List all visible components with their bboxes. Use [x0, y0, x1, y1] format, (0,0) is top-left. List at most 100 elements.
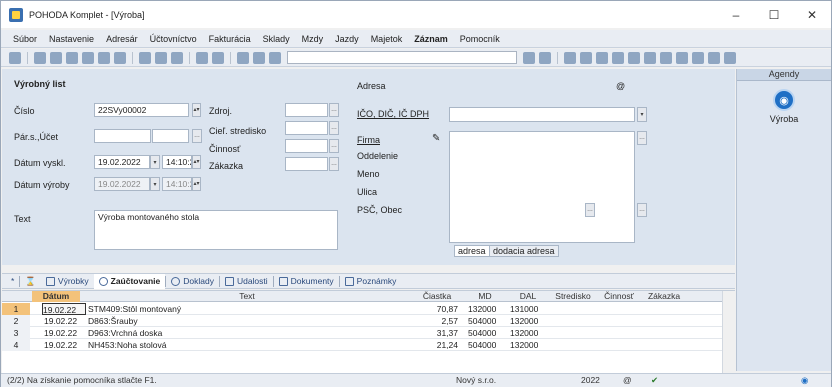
- table-row[interactable]: 1 19.02.22 STM409:Stôl montovaný 70,87 1…: [2, 303, 722, 315]
- text-area[interactable]: Výroba montovaného stola: [94, 210, 338, 250]
- monitor-icon[interactable]: [676, 51, 688, 64]
- grid-icon[interactable]: [628, 51, 640, 64]
- datum-vyskl-time-input[interactable]: 14:10:2: [162, 155, 192, 169]
- maximize-button[interactable]: ☐: [755, 1, 793, 28]
- firma-more-button[interactable]: …: [637, 131, 647, 145]
- cell-md[interactable]: 504000: [468, 315, 504, 327]
- parsucet-input-2[interactable]: [152, 129, 189, 143]
- window-icon[interactable]: [708, 51, 720, 64]
- back-icon[interactable]: [196, 51, 208, 64]
- checkmark-icon[interactable]: ✔: [651, 374, 658, 387]
- menu-sklady[interactable]: Sklady: [257, 34, 296, 44]
- menu-majetok[interactable]: Majetok: [365, 34, 409, 44]
- menu-fakturacia[interactable]: Fakturácia: [203, 34, 257, 44]
- col-zakazka[interactable]: Zákazka: [642, 291, 686, 302]
- cislo-spin-button[interactable]: ▴▾: [192, 103, 201, 117]
- table-row[interactable]: 2 19.02.22 D863:Šrauby 2,57 504000 13200…: [2, 315, 722, 327]
- datum-vyroby-time-input[interactable]: 14:10:2: [162, 177, 192, 191]
- cell-text[interactable]: STM409:Stôl montovaný: [88, 303, 408, 315]
- menu-mzdy[interactable]: Mzdy: [296, 34, 330, 44]
- tab-doklady[interactable]: Doklady: [166, 276, 219, 286]
- preview-icon[interactable]: [34, 51, 46, 64]
- asterisk-icon[interactable]: *: [6, 276, 19, 286]
- menu-uctovnictvo[interactable]: Účtovníctvo: [144, 34, 203, 44]
- cell-dal[interactable]: 132000: [510, 339, 546, 351]
- ciel-stredisko-more-button[interactable]: …: [329, 121, 339, 135]
- tab-adresa[interactable]: adresa: [454, 245, 490, 257]
- filter-icon[interactable]: [523, 51, 535, 64]
- cell-date[interactable]: 19.02.22: [44, 339, 86, 351]
- table-row[interactable]: 3 19.02.22 D963:Vrchná doska 31,37 50400…: [2, 327, 722, 339]
- zakazka-input[interactable]: [285, 157, 328, 171]
- tab-dodacia-adresa[interactable]: dodacia adresa: [489, 245, 559, 257]
- user-icon[interactable]: [644, 51, 656, 64]
- col-stredisko[interactable]: Stredisko: [550, 291, 596, 302]
- col-ciastka[interactable]: Čiastka: [412, 291, 462, 302]
- col-md[interactable]: MD: [464, 291, 506, 302]
- menu-subor[interactable]: Súbor: [7, 34, 43, 44]
- tab-poznamky[interactable]: Poznámky: [340, 276, 402, 286]
- cell-text[interactable]: D863:Šrauby: [88, 315, 408, 327]
- zakazka-more-button[interactable]: …: [329, 157, 339, 171]
- record-icon[interactable]: [9, 51, 21, 64]
- cell-amount[interactable]: 2,57: [412, 315, 458, 327]
- folder-icon[interactable]: [564, 51, 576, 64]
- cislo-input[interactable]: 22SVy00002: [94, 103, 189, 117]
- green-record-icon[interactable]: [580, 51, 592, 64]
- menu-jazdy[interactable]: Jazdy: [329, 34, 365, 44]
- cell-text[interactable]: NH453:Noha stolová: [88, 339, 408, 351]
- calendar-icon[interactable]: [253, 51, 265, 64]
- tools-icon[interactable]: [114, 51, 126, 64]
- cell-amount[interactable]: 21,24: [412, 339, 458, 351]
- attach-icon[interactable]: [82, 51, 94, 64]
- datum-vyskl-dropdown[interactable]: ▾: [150, 155, 160, 169]
- tab-dokumenty[interactable]: Dokumenty: [274, 276, 339, 286]
- cell-amount[interactable]: 70,87: [412, 303, 458, 315]
- cell-md[interactable]: 504000: [468, 327, 504, 339]
- cell-date[interactable]: 19.02.22: [44, 327, 86, 339]
- globe-icon[interactable]: [596, 51, 608, 64]
- document-icon[interactable]: [269, 51, 281, 64]
- close-button[interactable]: ✕: [793, 1, 831, 28]
- cell-dal[interactable]: 132000: [510, 315, 546, 327]
- cell-dal[interactable]: 132000: [510, 327, 546, 339]
- datum-vyroby-input[interactable]: 19.02.2022: [94, 177, 150, 191]
- ico-input[interactable]: [449, 107, 635, 122]
- table-scrollbar[interactable]: [722, 291, 735, 374]
- cell-md[interactable]: 132000: [468, 303, 504, 315]
- list-icon[interactable]: [692, 51, 704, 64]
- status-ok-icon[interactable]: ◉: [801, 374, 808, 387]
- datum-vyroby-time-spin[interactable]: ▴▾: [192, 177, 201, 191]
- menu-pomocnik[interactable]: Pomocník: [454, 34, 506, 44]
- menu-nastavenie[interactable]: Nastavenie: [43, 34, 100, 44]
- at-sign-icon[interactable]: @: [623, 374, 632, 387]
- vyroba-agenda-label[interactable]: Výroba: [737, 114, 831, 124]
- parsucet-more-button[interactable]: …: [192, 129, 202, 143]
- sort-icon[interactable]: [539, 51, 551, 64]
- iban-icon[interactable]: [660, 51, 672, 64]
- refresh-icon[interactable]: [212, 51, 224, 64]
- help-icon[interactable]: [724, 51, 736, 64]
- print-icon[interactable]: [50, 51, 62, 64]
- filter-clear-icon[interactable]: ⌛: [20, 276, 41, 287]
- cell-amount[interactable]: 31,37: [412, 327, 458, 339]
- col-text[interactable]: Text: [82, 291, 412, 302]
- menu-adresar[interactable]: Adresár: [100, 34, 144, 44]
- col-datum[interactable]: Dátum: [32, 291, 80, 302]
- table-view-icon[interactable]: [171, 51, 183, 64]
- ciel-stredisko-input[interactable]: [285, 121, 328, 135]
- save-icon[interactable]: [237, 51, 249, 64]
- menu-zaznam[interactable]: Záznam: [408, 34, 454, 44]
- cinnost-more-button[interactable]: …: [329, 139, 339, 153]
- vyroba-agenda-icon[interactable]: ◉: [773, 89, 795, 111]
- edit-icon[interactable]: [155, 51, 167, 64]
- tab-zauctovanie[interactable]: Zaúčtovanie: [93, 273, 166, 289]
- handshake-icon[interactable]: ✎: [432, 133, 440, 144]
- datum-vyskl-time-spin[interactable]: ▴▾: [192, 155, 201, 169]
- tab-udalosti[interactable]: Udalosti: [220, 276, 273, 286]
- datum-vyskl-input[interactable]: 19.02.2022: [94, 155, 150, 169]
- zdroj-more-button[interactable]: …: [329, 103, 339, 117]
- new-record-icon[interactable]: [139, 51, 151, 64]
- col-cinnost[interactable]: Činnosť: [598, 291, 640, 302]
- cell-dal[interactable]: 131000: [510, 303, 546, 315]
